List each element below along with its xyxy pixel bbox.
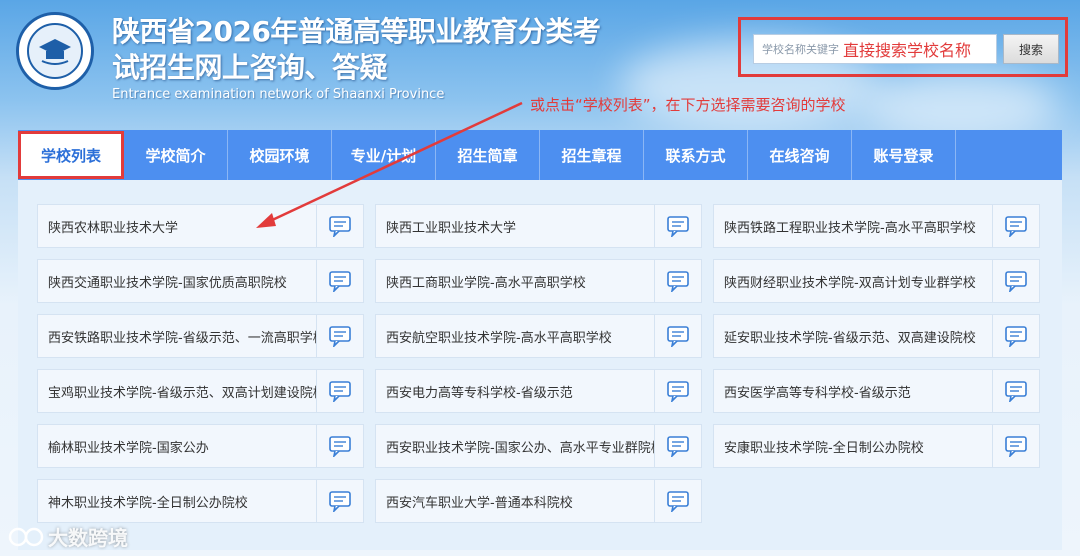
search-input[interactable]: 学校名称关键字 直接搜索学校名称 (753, 34, 997, 64)
search-button[interactable]: 搜索 (1003, 34, 1059, 64)
school-name[interactable]: 西安航空职业技术学院-高水平高职学校 (376, 327, 654, 346)
chat-bubble-icon[interactable] (654, 205, 701, 247)
school-name[interactable]: 安康职业技术学院-全日制公办院校 (714, 437, 992, 456)
chat-bubble-icon[interactable] (316, 260, 363, 302)
school-name[interactable]: 西安医学高等专科学校-省级示范 (714, 382, 992, 401)
school-name[interactable]: 陕西铁路工程职业技术学院-高水平高职学校 (714, 217, 992, 236)
school-card[interactable]: 西安医学高等专科学校-省级示范 (713, 369, 1040, 413)
school-name[interactable]: 西安汽车职业大学-普通本科院校 (376, 492, 654, 511)
school-card[interactable]: 西安汽车职业大学-普通本科院校 (375, 479, 702, 523)
chat-bubble-icon[interactable] (654, 425, 701, 467)
school-name[interactable]: 陕西交通职业技术学院-国家优质高职院校 (38, 272, 316, 291)
nav-tab[interactable]: 学校列表 (18, 131, 124, 179)
chat-bubble-icon[interactable] (654, 480, 701, 522)
school-name[interactable]: 陕西财经职业技术学院-双高计划专业群学校 (714, 272, 992, 291)
nav-tab[interactable]: 联系方式 (644, 130, 748, 180)
university-logo (16, 12, 94, 90)
title-line-1: 陕西省2026年普通高等职业教育分类考 (112, 15, 601, 48)
school-name[interactable]: 神木职业技术学院-全日制公办院校 (38, 492, 316, 511)
chat-bubble-icon[interactable] (992, 425, 1039, 467)
chat-bubble-icon[interactable] (992, 205, 1039, 247)
school-card[interactable]: 西安航空职业技术学院-高水平高职学校 (375, 314, 702, 358)
school-card[interactable]: 西安铁路职业技术学院-省级示范、一流高职学校 (37, 314, 364, 358)
nav-tab[interactable]: 招生章程 (540, 130, 644, 180)
watermark-text: 大数跨境 (48, 526, 128, 550)
school-list-panel: 陕西农林职业技术大学 陕西工业职业技术大学 陕西铁路工程职业技术学院-高水平高职学校… (18, 180, 1062, 550)
school-name[interactable]: 陕西工商职业学院-高水平高职学校 (376, 272, 654, 291)
chat-bubble-icon[interactable] (316, 425, 363, 467)
chat-bubble-icon[interactable] (992, 260, 1039, 302)
school-card[interactable]: 陕西交通职业技术学院-国家优质高职院校 (37, 259, 364, 303)
search-area: 学校名称关键字 直接搜索学校名称 搜索 (738, 17, 1068, 77)
school-name[interactable]: 西安职业技术学院-国家公办、高水平专业群院校 (376, 437, 654, 456)
search-placeholder: 学校名称关键字 (762, 43, 839, 56)
logo-emblem-icon (27, 23, 83, 79)
school-name[interactable]: 宝鸡职业技术学院-省级示范、双高计划建设院校 (38, 382, 316, 401)
chat-bubble-icon[interactable] (992, 315, 1039, 357)
school-card[interactable]: 延安职业技术学院-省级示范、双高建设院校 (713, 314, 1040, 358)
nav-tab[interactable]: 校园环境 (228, 130, 332, 180)
instruction-annotation: 或点击“学校列表”，在下方选择需要咨询的学校 (530, 96, 846, 114)
nav-tab[interactable]: 专业/计划 (332, 130, 436, 180)
school-card[interactable]: 陕西工业职业技术大学 (375, 204, 702, 248)
chat-bubble-icon[interactable] (992, 370, 1039, 412)
school-card[interactable]: 陕西农林职业技术大学 (37, 204, 364, 248)
title-line-2: 试招生网上咨询、答疑 (112, 51, 388, 84)
school-card[interactable]: 榆林职业技术学院-国家公办 (37, 424, 364, 468)
school-name[interactable]: 榆林职业技术学院-国家公办 (38, 437, 316, 456)
school-card[interactable]: 陕西财经职业技术学院-双高计划专业群学校 (713, 259, 1040, 303)
school-card[interactable]: 西安职业技术学院-国家公办、高水平专业群院校 (375, 424, 702, 468)
chat-bubble-icon[interactable] (316, 205, 363, 247)
school-name[interactable]: 陕西工业职业技术大学 (376, 217, 654, 236)
page-title: 陕西省2026年普通高等职业教育分类考 试招生网上咨询、答疑 (112, 14, 601, 86)
watermark: 大数跨境 (8, 522, 128, 551)
school-card[interactable]: 神木职业技术学院-全日制公办院校 (37, 479, 364, 523)
school-name[interactable]: 西安电力高等专科学校-省级示范 (376, 382, 654, 401)
nav-tab[interactable]: 在线咨询 (748, 130, 852, 180)
chat-bubble-icon[interactable] (316, 315, 363, 357)
nav-tab[interactable]: 账号登录 (852, 130, 956, 180)
main-nav: 学校列表 学校简介 校园环境 专业/计划 招生简章 招生章程 联系方式 在线咨询 账号登录 (18, 130, 1062, 180)
watermark-logo-icon (8, 527, 44, 546)
nav-tab[interactable]: 招生简章 (436, 130, 540, 180)
chat-bubble-icon[interactable] (316, 370, 363, 412)
chat-bubble-icon[interactable] (654, 370, 701, 412)
school-name[interactable]: 延安职业技术学院-省级示范、双高建设院校 (714, 327, 992, 346)
chat-bubble-icon[interactable] (654, 315, 701, 357)
nav-tab[interactable]: 学校简介 (124, 130, 228, 180)
school-card[interactable]: 陕西铁路工程职业技术学院-高水平高职学校 (713, 204, 1040, 248)
school-name[interactable]: 陕西农林职业技术大学 (38, 217, 316, 236)
school-card[interactable]: 宝鸡职业技术学院-省级示范、双高计划建设院校 (37, 369, 364, 413)
search-hint: 直接搜索学校名称 (843, 41, 972, 60)
chat-bubble-icon[interactable] (654, 260, 701, 302)
school-name[interactable]: 西安铁路职业技术学院-省级示范、一流高职学校 (38, 327, 316, 346)
page-subtitle: Entrance examination network of Shaanxi … (112, 87, 445, 102)
school-card[interactable]: 安康职业技术学院-全日制公办院校 (713, 424, 1040, 468)
chat-bubble-icon[interactable] (316, 480, 363, 522)
school-card[interactable]: 西安电力高等专科学校-省级示范 (375, 369, 702, 413)
school-card[interactable]: 陕西工商职业学院-高水平高职学校 (375, 259, 702, 303)
